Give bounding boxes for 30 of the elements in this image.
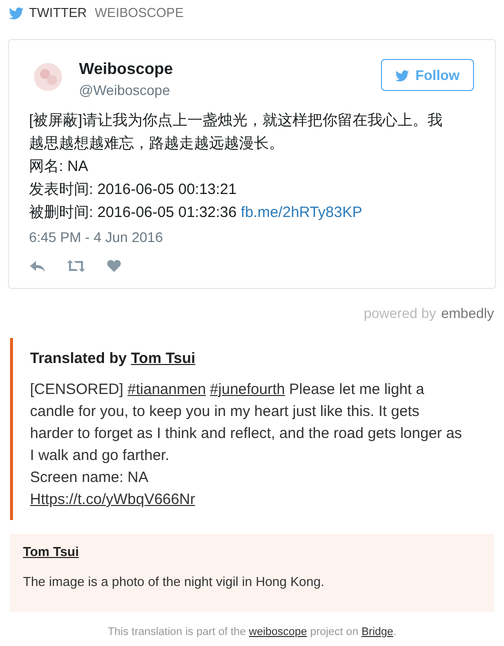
tweet-link[interactable]: fb.me/2hRTy83KP [240,204,362,221]
tweet-url-link[interactable]: Https://t.co/yWbqV666Nr [30,491,196,508]
translation-text: [CENSORED] #tiananmen #junefourth Please let me light a candle for you, to keep you in my heart just like this. It gets harder to forget as I think and reflect, and the road gets longer as I walk and go farther. [30,380,462,466]
screen-name-text: Screen name: NA [30,468,150,488]
footer-link[interactable]: weiboscope [248,626,308,638]
hashtag-link[interactable]: #tiananmen [128,381,206,398]
tweet-text: 网名: NA [29,157,90,177]
bird-icon [8,6,25,20]
account-label: WEIBOSCOPE [94,4,184,22]
powered-by-label: powered by [364,304,436,322]
footer-text: This translation is part of the weiboscope project on Bridge. [106,625,398,640]
reply-icon[interactable] [30,260,45,272]
retweet-icon[interactable] [67,260,85,272]
account-name[interactable]: Weiboscope [79,60,173,80]
note-author-link[interactable]: Tom Tsui [23,544,79,559]
translator-link[interactable]: Tom Tsui [130,350,196,367]
translation-heading: Translated by [30,350,127,367]
avatar-icon [33,60,63,94]
tweet-text: [被屏蔽]请让我为你点上一盏烛光，就这样把你留在我心上。我越思越想越难忘，路越走越远越漫长。 [29,111,444,154]
note-text: The image is a photo of the night vigil in Hong Kong. [23,573,326,591]
footer-link[interactable]: Bridge [361,626,394,638]
tweet-text: 被删时间: 2016-06-05 01:32:36 fb.me/2hRTy83KP [29,203,364,223]
hashtag-link[interactable]: #junefourth [210,381,285,398]
network-label: TWITTER [29,4,87,22]
tweet-timestamp[interactable]: 6:45 PM - 4 Jun 2016 [29,227,475,248]
embedly-logo[interactable]: embedly [441,304,494,322]
tweet-text: 发表时间: 2016-06-05 00:13:21 [29,180,238,200]
bird-icon [395,68,410,82]
account-handle[interactable]: @Weiboscope [79,81,173,99]
heart-icon[interactable] [107,260,121,272]
